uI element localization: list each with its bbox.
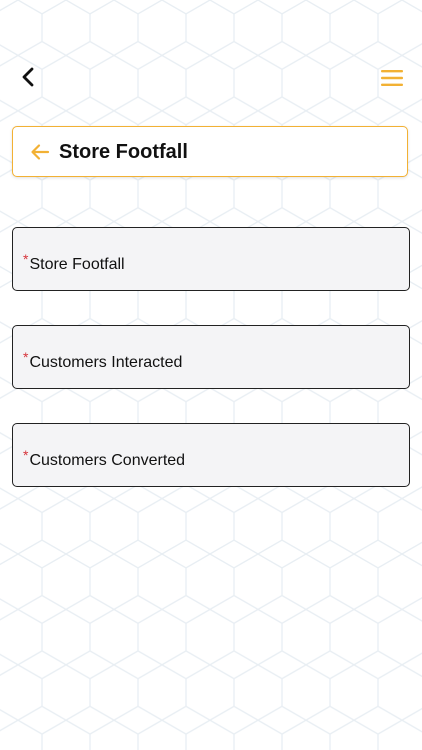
arrow-left-icon[interactable] <box>29 141 51 163</box>
chevron-left-icon[interactable] <box>18 66 40 88</box>
top-app-bar <box>0 0 422 110</box>
customers-converted-label-text: Customers Converted <box>29 452 186 469</box>
page-header-card: Store Footfall <box>12 126 408 177</box>
customers-interacted-label-text: Customers Interacted <box>29 354 183 371</box>
hamburger-menu-icon[interactable] <box>380 68 404 88</box>
customers-converted-field[interactable]: *Customers Converted <box>12 423 410 487</box>
page-title: Store Footfall <box>59 141 188 163</box>
customers-interacted-field[interactable]: *Customers Interacted <box>12 325 410 389</box>
required-marker: * <box>23 349 29 365</box>
required-marker: * <box>23 447 29 463</box>
store-footfall-field[interactable]: *Store Footfall <box>12 227 410 291</box>
store-footfall-label: *Store Footfall <box>23 251 125 275</box>
required-marker: * <box>23 251 29 267</box>
customers-converted-label: *Customers Converted <box>23 447 186 471</box>
store-footfall-label-text: Store Footfall <box>29 256 125 273</box>
customers-interacted-label: *Customers Interacted <box>23 349 183 373</box>
